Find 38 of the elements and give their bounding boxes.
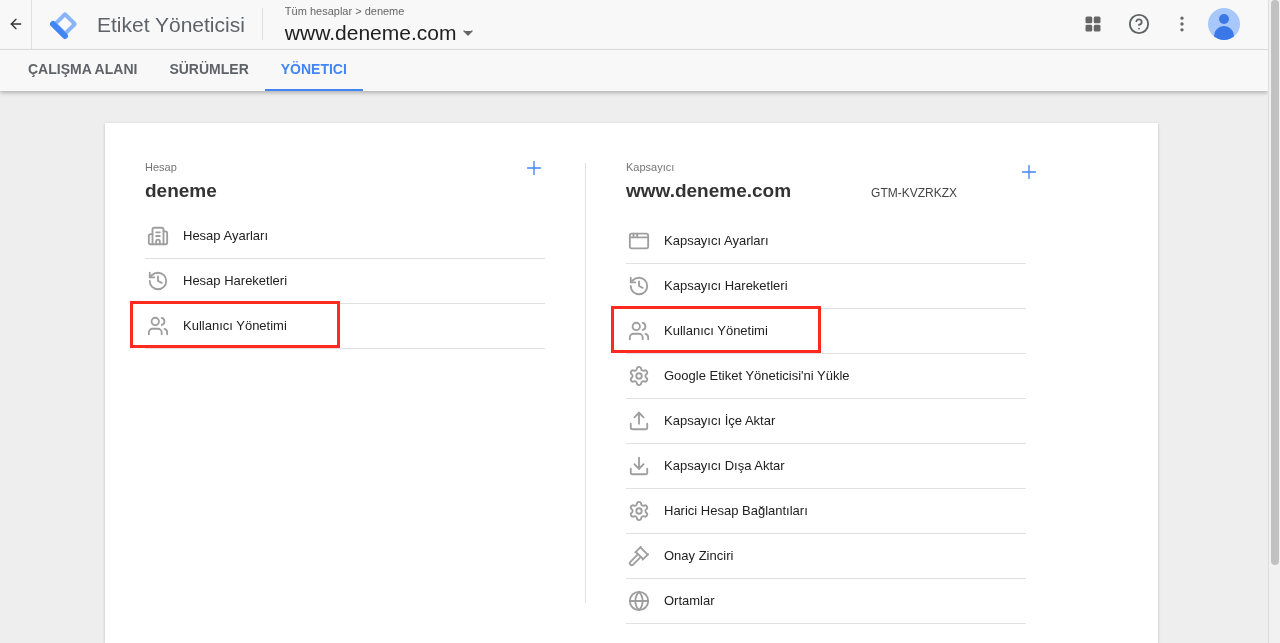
menu-item[interactable]: Kapsayıcı Hareketleri <box>664 276 788 296</box>
container-id: GTM-KVZRKZX <box>871 184 958 202</box>
section-title: www.deneme.com <box>626 178 792 203</box>
section-caption: Kapsayıcı <box>626 160 676 175</box>
menu-item[interactable]: Kullanıcı Yönetimi <box>183 316 287 336</box>
menu-item[interactable]: Hesap Hareketleri <box>183 271 288 291</box>
scrollbar[interactable] <box>1268 0 1280 643</box>
people-icon <box>147 315 169 337</box>
gear-icon <box>628 365 650 387</box>
section-caption: Hesap <box>145 160 178 175</box>
help-icon[interactable] <box>1128 13 1150 36</box>
nav-tab[interactable]: ÇALIŞMA ALANI <box>12 49 154 91</box>
upload-icon <box>628 410 650 432</box>
nav-tab[interactable]: SÜRÜMLER <box>153 49 265 91</box>
gear-icon <box>628 500 650 522</box>
window-icon <box>628 230 650 252</box>
section-title: deneme <box>145 178 217 203</box>
menu-item[interactable]: Kapsayıcı İçe Aktar <box>664 411 776 431</box>
download-icon <box>628 455 650 477</box>
globe-icon <box>628 590 650 612</box>
breadcrumb[interactable]: Tüm hesaplar > deneme <box>284 3 477 20</box>
container-selector[interactable]: www.deneme.com <box>284 19 477 46</box>
history-icon <box>147 270 169 292</box>
people-icon <box>628 320 650 342</box>
history-icon <box>628 275 650 297</box>
menu-item[interactable]: Hesap Ayarları <box>183 226 269 246</box>
menu-item[interactable]: Harici Hesap Bağlantıları <box>664 501 808 521</box>
menu-item[interactable]: Google Etiket Yöneticisi'ni Yükle <box>664 366 850 386</box>
menu-item[interactable]: Ortamlar <box>664 591 715 611</box>
apps-icon[interactable] <box>1084 15 1102 34</box>
app-title: Etiket Yöneticisi <box>97 11 245 38</box>
menu-item[interactable]: Kapsayıcı Ayarları <box>664 231 769 251</box>
gavel-icon <box>628 545 650 567</box>
avatar[interactable] <box>1208 8 1240 41</box>
building-icon <box>147 225 169 247</box>
menu-item[interactable]: Kullanıcı Yönetimi <box>664 321 768 341</box>
menu-item[interactable]: Onay Zinciri <box>664 546 734 566</box>
menu-item[interactable]: Kapsayıcı Dışa Aktar <box>664 456 785 476</box>
